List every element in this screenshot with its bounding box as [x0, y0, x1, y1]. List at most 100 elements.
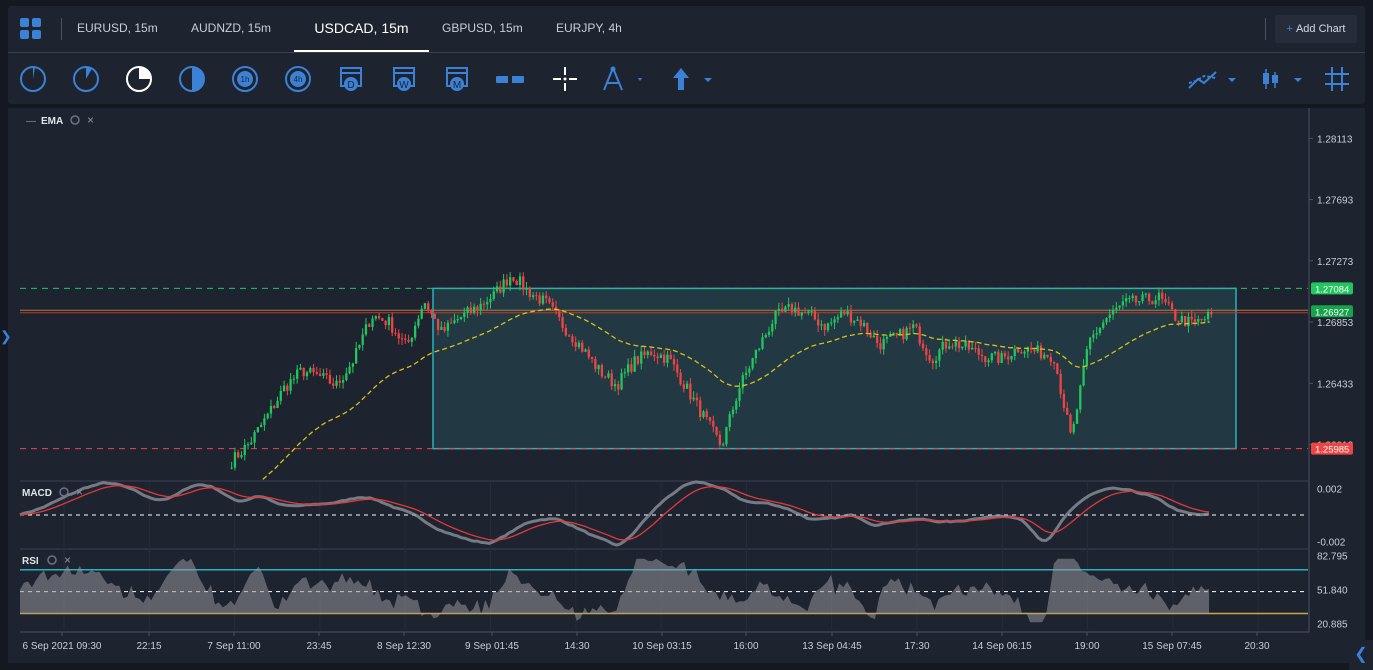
- candle-body: [695, 397, 699, 401]
- candle-body: [856, 319, 859, 321]
- candle-body: [558, 310, 561, 318]
- candle-body: [387, 317, 391, 326]
- candlestick-icon[interactable]: [1258, 64, 1308, 94]
- candle-body: [885, 336, 889, 339]
- candle-body: [623, 372, 626, 374]
- candle-body: [1111, 309, 1115, 315]
- candle-body: [758, 348, 761, 350]
- candle-body: [348, 366, 351, 374]
- candle-body: [1154, 300, 1157, 305]
- candle-body: [905, 327, 908, 340]
- tab-eurusd[interactable]: EURUSD, 15m: [77, 6, 158, 52]
- candle-body: [545, 295, 548, 299]
- candle-body: [296, 369, 299, 379]
- timeframe-1h-icon[interactable]: 1h: [230, 64, 260, 94]
- candle-body: [1003, 353, 1007, 357]
- candle-body: [318, 373, 322, 376]
- timeframe-5m-icon[interactable]: [71, 64, 101, 94]
- timeframe-monthly-icon[interactable]: M: [442, 64, 472, 94]
- price-label: 1.26927: [1315, 307, 1349, 318]
- rsi-tick-label: 51.840: [1317, 586, 1348, 597]
- x-tick-label: 23:45: [306, 641, 331, 652]
- candle-body: [394, 332, 397, 334]
- layout-grid-icon[interactable]: [20, 18, 42, 40]
- timeframe-1m-icon[interactable]: [18, 64, 48, 94]
- chart-line-type-icon[interactable]: [1186, 64, 1244, 94]
- candle-body: [522, 276, 525, 290]
- candle-body: [476, 306, 479, 311]
- candle-body: [505, 279, 509, 286]
- add-chart-button[interactable]: + Add Chart: [1275, 15, 1357, 43]
- price-chart[interactable]: 1.281131.276931.272731.268531.264331.260…: [8, 108, 1365, 663]
- settings-icon: [47, 555, 57, 565]
- chart-area[interactable]: 1.281131.276931.272731.268531.264331.260…: [8, 108, 1365, 663]
- divider: [61, 18, 62, 40]
- candle-body: [1210, 311, 1213, 315]
- macd-label: MACD: [22, 488, 52, 499]
- candle-body: [358, 344, 361, 349]
- price-label: 1.27084: [1315, 284, 1349, 295]
- candle-body: [898, 328, 902, 335]
- candle-body: [846, 311, 849, 315]
- candle-body: [666, 354, 669, 363]
- close-icon: ×: [76, 485, 83, 499]
- candle-body: [879, 343, 882, 350]
- candle-body: [266, 413, 269, 419]
- candle-body: [1138, 301, 1141, 303]
- timeframe-15m-icon[interactable]: [124, 64, 154, 94]
- timeframe-4h-icon[interactable]: 4h: [283, 64, 313, 94]
- candle-body: [1056, 363, 1059, 374]
- candle-body: [1046, 354, 1049, 357]
- candle-body: [604, 376, 607, 378]
- candle-body: [997, 351, 1000, 364]
- candle-body: [853, 320, 856, 323]
- candle-body: [466, 307, 469, 313]
- close-icon: ×: [64, 553, 71, 567]
- candle-body: [515, 280, 518, 286]
- candle-body: [797, 307, 800, 316]
- candle-body: [322, 373, 325, 376]
- candle-body: [823, 324, 826, 331]
- x-tick-label: 15 Sep 07:45: [1142, 641, 1202, 652]
- timeframe-30m-icon[interactable]: [177, 64, 207, 94]
- candle-body: [427, 303, 430, 311]
- candle-body: [679, 372, 682, 385]
- candle-body: [472, 306, 476, 313]
- x-tick-label: 13 Sep 04:45: [802, 641, 862, 652]
- candle-body: [315, 372, 318, 374]
- candle-body: [892, 332, 895, 335]
- x-tick-label: 20:30: [1244, 641, 1269, 652]
- candle-body: [820, 324, 823, 326]
- candle-body: [957, 341, 961, 349]
- candle-body: [954, 341, 957, 347]
- candle-body: [479, 303, 482, 311]
- candle-body: [836, 317, 839, 320]
- candle-body: [269, 405, 273, 414]
- candle-body: [246, 444, 250, 446]
- candle-body: [790, 304, 794, 313]
- x-tick-label: 8 Sep 12:30: [377, 641, 431, 652]
- candle-body: [495, 286, 499, 292]
- candle-body: [1131, 295, 1134, 299]
- tab-eurjpy[interactable]: EURJPY, 4h: [556, 6, 622, 52]
- x-tick-label: 10 Sep 03:15: [632, 641, 692, 652]
- collapse-arrow-icon[interactable]: ❮: [1349, 640, 1373, 670]
- range-tool-icon[interactable]: [495, 64, 525, 94]
- candle-body: [371, 318, 374, 327]
- grid-icon[interactable]: [1322, 64, 1352, 94]
- candle-body: [282, 385, 286, 391]
- timeframe-weekly-icon[interactable]: W: [389, 64, 419, 94]
- tab-audnzd[interactable]: AUDNZD, 15m: [191, 6, 271, 52]
- draw-tools-icon[interactable]: [598, 64, 648, 94]
- candle-body: [731, 409, 735, 415]
- crosshair-icon[interactable]: [550, 64, 580, 94]
- tab-usdcad[interactable]: USDCAD, 15m: [294, 6, 429, 52]
- tab-gbpusd[interactable]: GBPUSD, 15m: [442, 6, 523, 52]
- timeframe-daily-icon[interactable]: D: [336, 64, 366, 94]
- arrow-up-icon[interactable]: [668, 64, 718, 94]
- candle-body: [518, 276, 522, 286]
- candle-body: [273, 405, 276, 409]
- candle-body: [440, 326, 443, 330]
- candle-body: [810, 311, 813, 313]
- side-panel-arrow-icon[interactable]: ❯: [0, 328, 12, 345]
